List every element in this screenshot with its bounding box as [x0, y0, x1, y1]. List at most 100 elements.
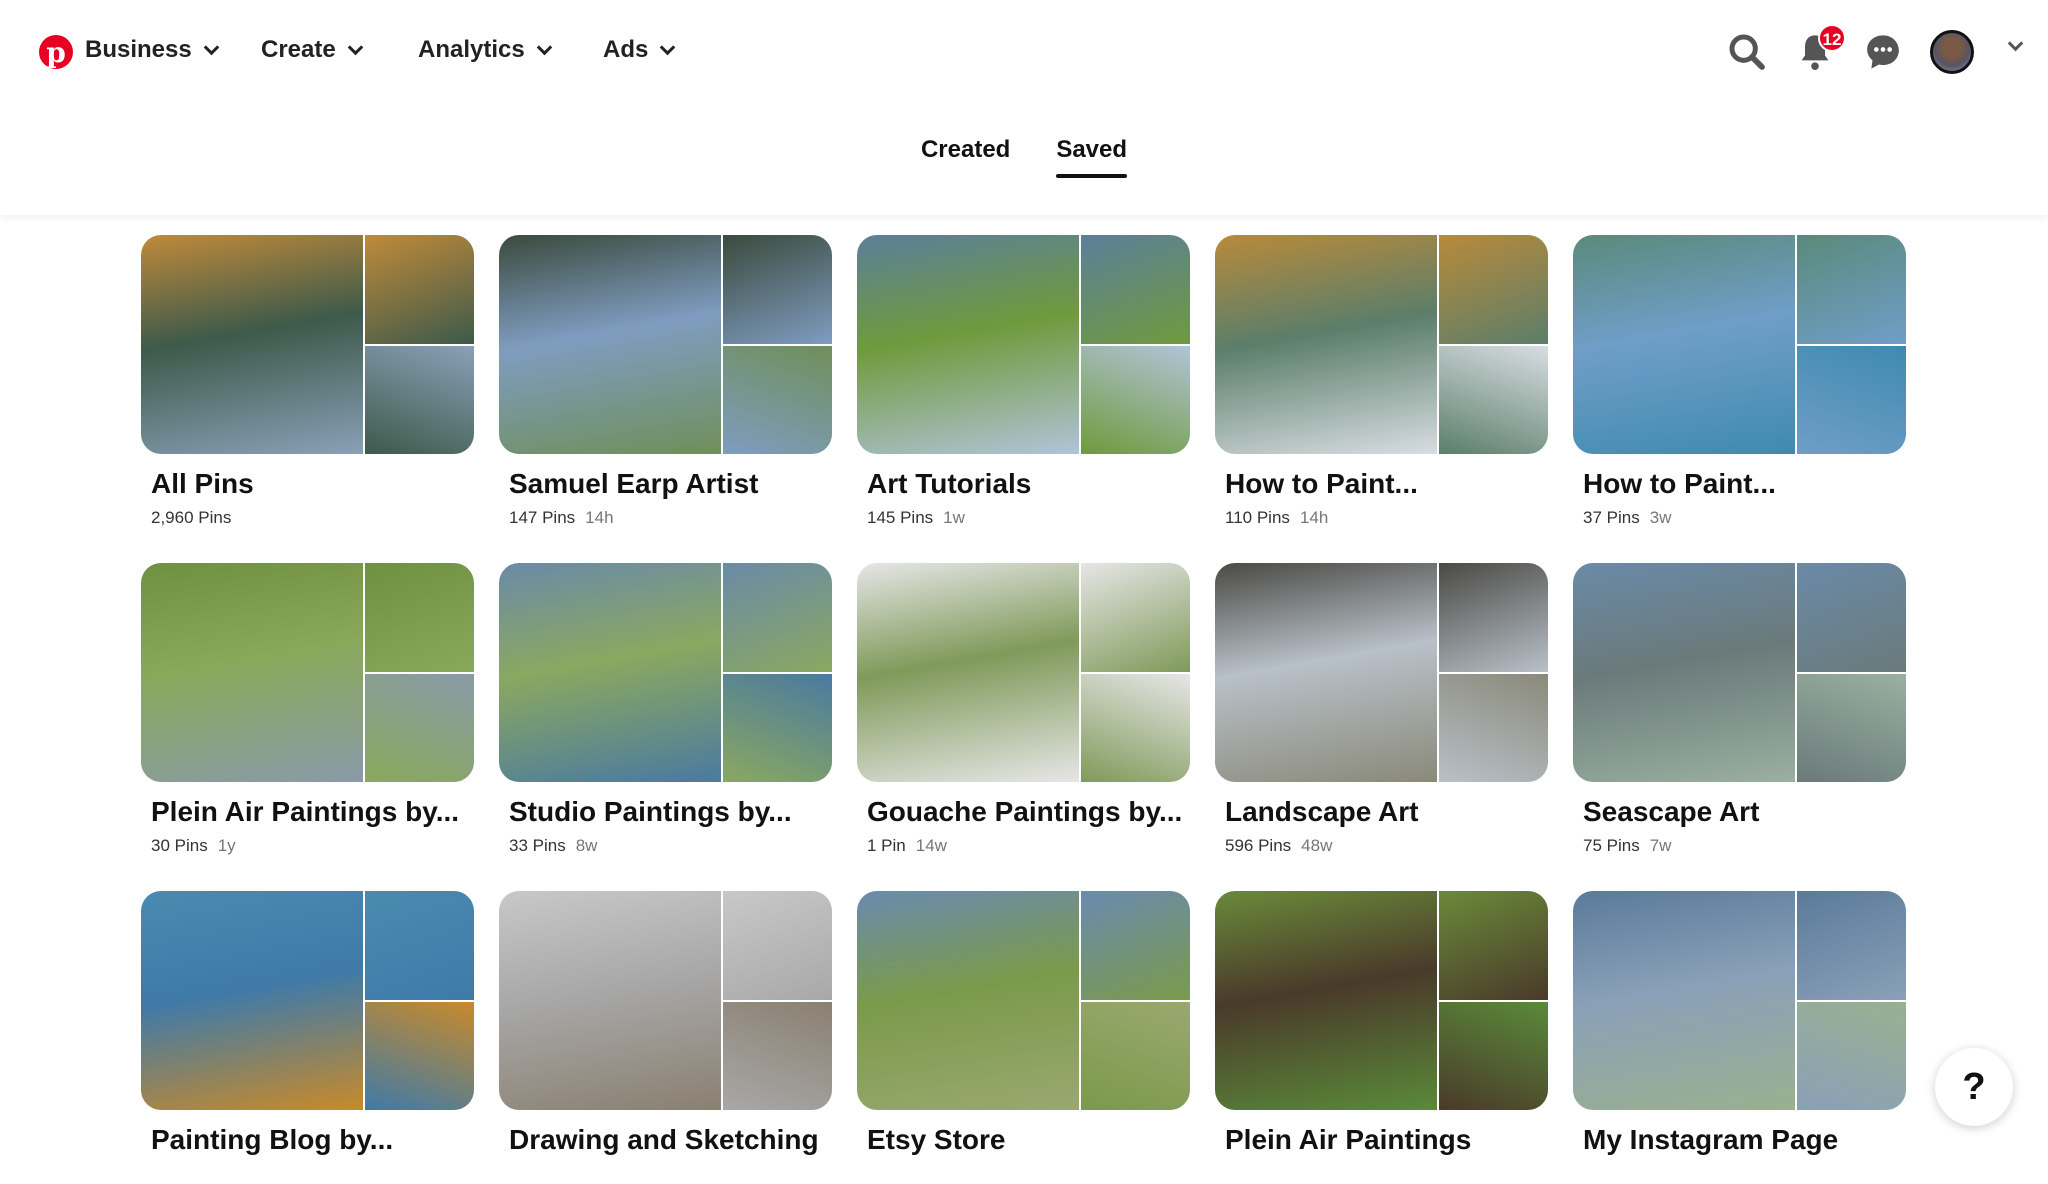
board-title: My Instagram Page [1583, 1124, 1839, 1155]
board-meta: 33 Pins 8w [509, 836, 832, 856]
board-title: Gouache Paintings by... [867, 796, 1183, 827]
board-meta: 2,960 Pins [151, 508, 474, 528]
board-card[interactable]: Studio Paintings by... 33 Pins 8w [499, 563, 832, 856]
board-meta [151, 1164, 474, 1184]
board-meta: 30 Pins 1y [151, 836, 474, 856]
board-cover [1573, 235, 1906, 454]
board-card[interactable]: My Instagram Page [1573, 891, 1906, 1184]
board-cover [499, 563, 832, 782]
board-meta: 1 Pin 14w [867, 836, 1190, 856]
board-cover-image [1797, 1001, 1906, 1110]
board-cover-main-image [141, 235, 363, 454]
board-cover-image [1439, 345, 1548, 454]
board-cover [1215, 563, 1548, 782]
nav-label: Create [261, 36, 336, 63]
board-cover [857, 891, 1190, 1110]
board-cover-image [1439, 563, 1548, 672]
board-updated: 8w [575, 836, 598, 855]
board-pin-count: 37 Pins [1583, 508, 1640, 527]
board-card[interactable]: Seascape Art 75 Pins 7w [1573, 563, 1906, 856]
board-title: Painting Blog by... [151, 1124, 394, 1155]
board-meta: 145 Pins 1w [867, 508, 1190, 528]
board-card[interactable]: How to Paint... 110 Pins 14h [1215, 235, 1548, 528]
board-cover-main-image [141, 891, 363, 1110]
board-cover-image [365, 891, 474, 1000]
account-chevron-down-icon[interactable] [2007, 35, 2024, 52]
board-pin-count: 145 Pins [867, 508, 934, 527]
board-cover-image [1797, 563, 1906, 672]
search-icon[interactable] [1727, 32, 1767, 72]
board-meta [867, 1164, 1190, 1184]
board-pin-count: 30 Pins [151, 836, 208, 855]
board-cover-image [365, 345, 474, 454]
nav-ads[interactable]: Ads [603, 36, 676, 64]
nav-label: Ads [603, 36, 649, 63]
board-updated: 48w [1301, 836, 1333, 855]
board-card[interactable]: Gouache Paintings by... 1 Pin 14w [857, 563, 1190, 856]
nav-business[interactable]: Business [85, 36, 219, 64]
board-card[interactable]: Drawing and Sketching [499, 891, 832, 1184]
board-cover-main-image [1573, 891, 1795, 1110]
board-meta [1225, 1164, 1548, 1184]
board-cover-image [1797, 345, 1906, 454]
board-cover-image [723, 345, 832, 454]
board-title: Samuel Earp Artist [509, 468, 759, 499]
board-cover-main-image [857, 235, 1079, 454]
help-button[interactable]: ? [1935, 1048, 2013, 1126]
board-title: Studio Paintings by... [509, 796, 792, 827]
board-cover-image [1797, 891, 1906, 1000]
nav-analytics[interactable]: Analytics [418, 36, 552, 64]
board-card[interactable]: Art Tutorials 145 Pins 1w [857, 235, 1190, 528]
board-cover [1215, 235, 1548, 454]
board-meta: 75 Pins 7w [1583, 836, 1906, 856]
board-cover-image [723, 1001, 832, 1110]
board-updated: 14w [915, 836, 947, 855]
tab-saved[interactable]: Saved [1056, 136, 1127, 178]
board-cover-image [1081, 235, 1190, 344]
board-cover [499, 891, 832, 1110]
board-pin-count: 1 Pin [867, 836, 906, 855]
top-header: p Business Create Analytics Ads 12 Creat… [0, 0, 2048, 215]
notification-badge: 12 [1818, 24, 1846, 52]
board-card[interactable]: Plein Air Paintings [1215, 891, 1548, 1184]
board-title: Plein Air Paintings [1225, 1124, 1472, 1155]
board-meta: 147 Pins 14h [509, 508, 832, 528]
chevron-down-icon [203, 39, 219, 55]
board-cover [141, 563, 474, 782]
board-card[interactable]: All Pins 2,960 Pins [141, 235, 474, 528]
board-card[interactable]: Etsy Store [857, 891, 1190, 1184]
board-cover-image [365, 673, 474, 782]
board-cover [1573, 563, 1906, 782]
board-title: Art Tutorials [867, 468, 1032, 499]
board-cover-image [1081, 891, 1190, 1000]
board-cover-image [1081, 1001, 1190, 1110]
board-pin-count: 75 Pins [1583, 836, 1640, 855]
board-cover [499, 235, 832, 454]
chevron-down-icon [536, 39, 552, 55]
board-card[interactable]: Samuel Earp Artist 147 Pins 14h [499, 235, 832, 528]
board-cover-image [1081, 673, 1190, 782]
board-card[interactable]: Landscape Art 596 Pins 48w [1215, 563, 1548, 856]
board-updated: 1y [217, 836, 236, 855]
board-cover-image [723, 673, 832, 782]
board-cover-image [723, 563, 832, 672]
pinterest-logo[interactable]: p [39, 35, 73, 69]
board-title: Landscape Art [1225, 796, 1419, 827]
chevron-down-icon [660, 39, 676, 55]
tab-created[interactable]: Created [921, 136, 1010, 178]
board-cover-main-image [1573, 563, 1795, 782]
nav-create[interactable]: Create [261, 36, 363, 64]
board-cover-image [1439, 891, 1548, 1000]
chevron-down-icon [347, 39, 363, 55]
board-cover-main-image [1215, 235, 1437, 454]
board-cover-main-image [1215, 891, 1437, 1110]
board-card[interactable]: How to Paint... 37 Pins 3w [1573, 235, 1906, 528]
board-card[interactable]: Plein Air Paintings by... 30 Pins 1y [141, 563, 474, 856]
board-cover-main-image [857, 891, 1079, 1110]
nav-label: Analytics [418, 36, 525, 63]
board-pin-count: 2,960 Pins [151, 508, 232, 527]
board-card[interactable]: Painting Blog by... [141, 891, 474, 1184]
messages-icon[interactable] [1863, 32, 1903, 72]
avatar[interactable] [1930, 30, 1974, 74]
board-cover-image [365, 235, 474, 344]
